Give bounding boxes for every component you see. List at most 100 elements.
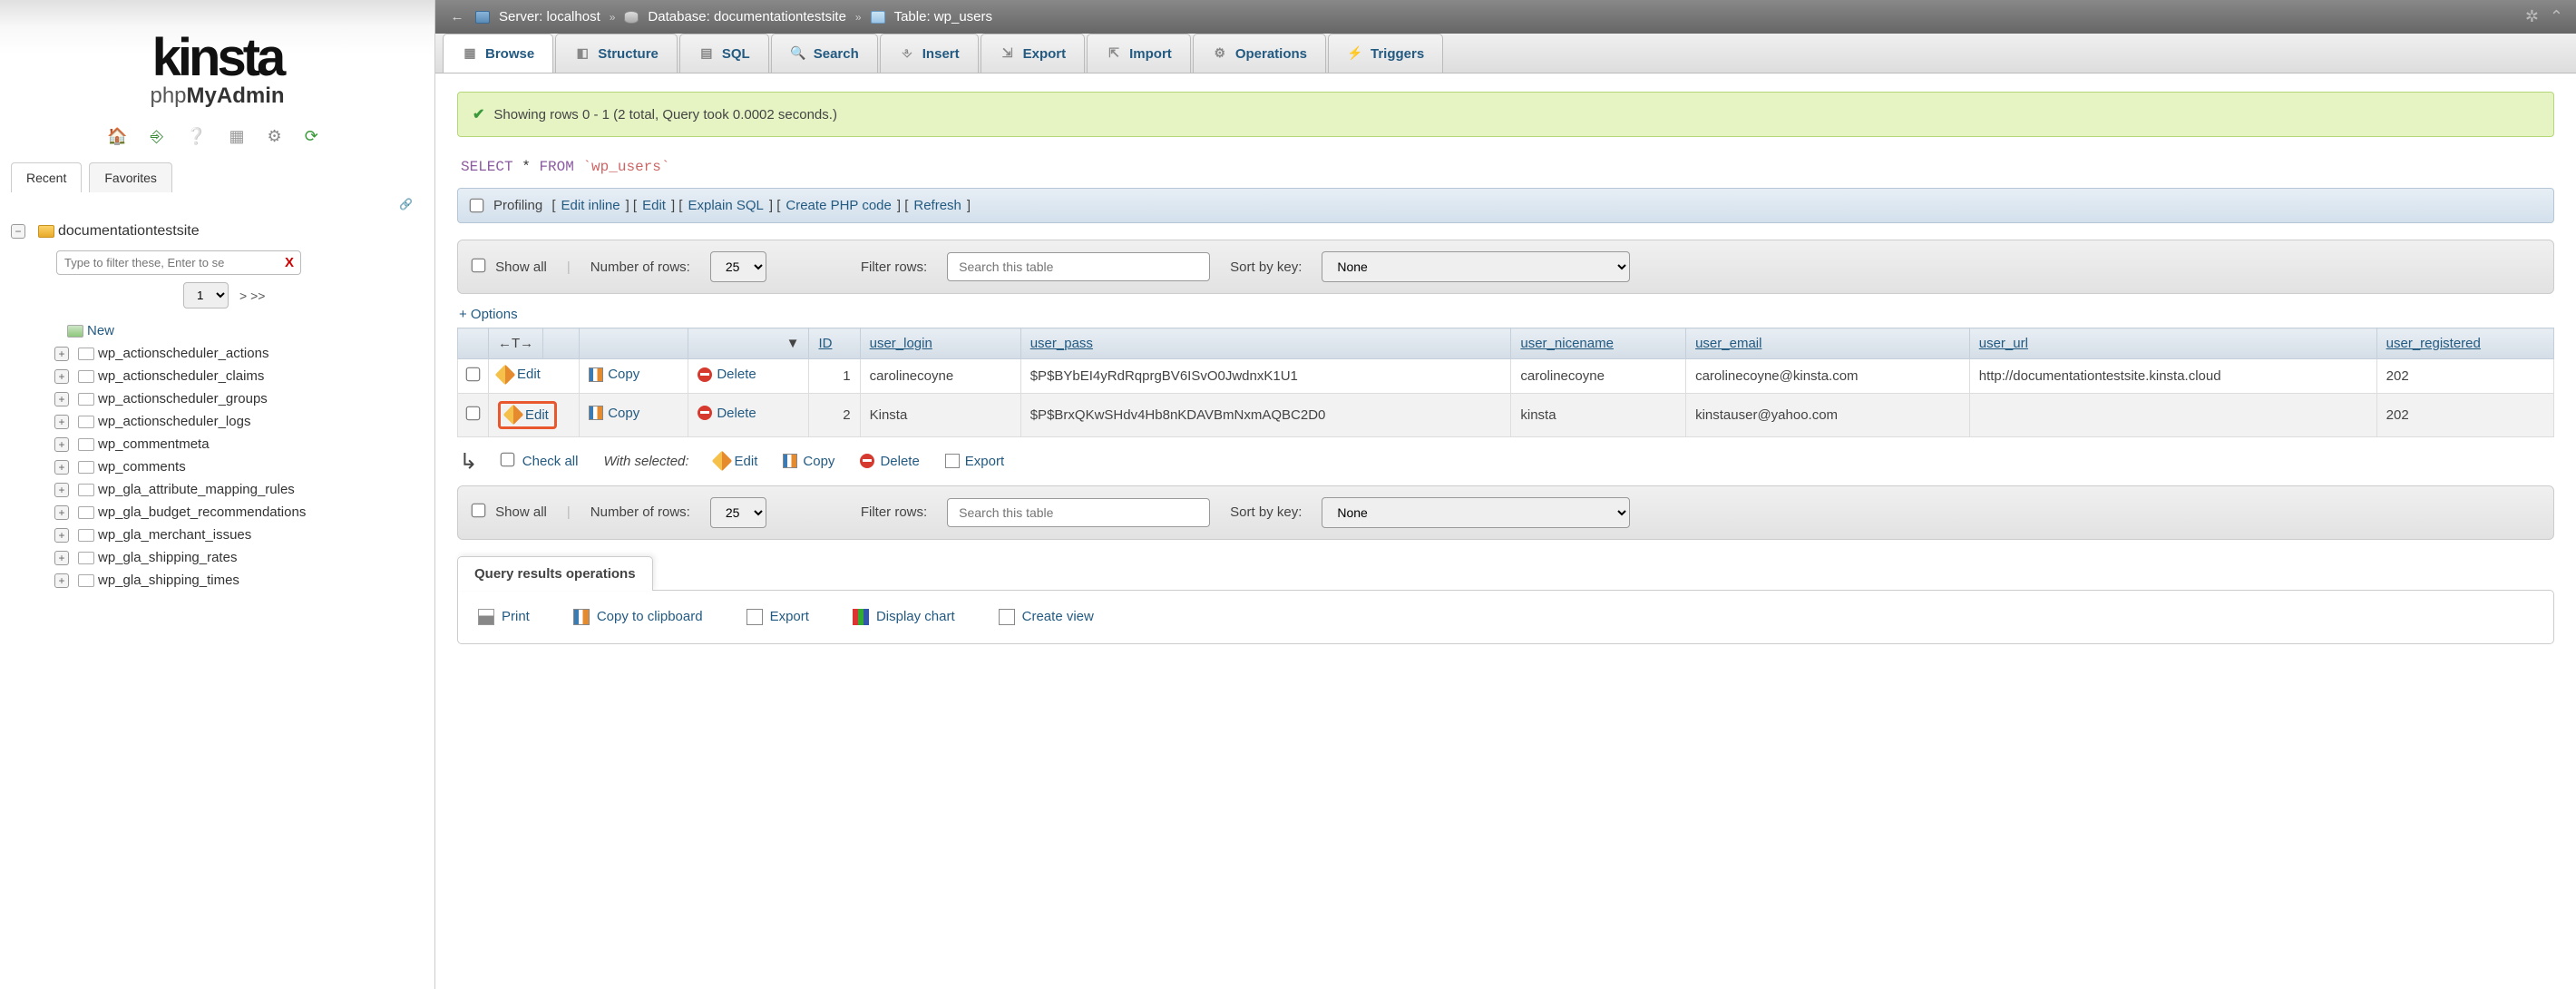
tree-table-item[interactable]: +wp_gla_shipping_rates <box>11 546 431 569</box>
home-icon[interactable]: 🏠 <box>107 127 136 146</box>
tab-structure[interactable]: ◧Structure <box>555 34 678 73</box>
tree-table-item[interactable]: +wp_actionscheduler_logs <box>11 410 431 433</box>
tree-table-item[interactable]: +wp_gla_budget_recommendations <box>11 501 431 524</box>
tab-insert[interactable]: ⎀Insert <box>880 34 979 73</box>
back-icon[interactable]: ← <box>448 10 466 24</box>
options-toggle[interactable]: + Options <box>457 307 2554 328</box>
tab-browse[interactable]: ▦Browse <box>443 34 553 73</box>
filter-input[interactable] <box>56 250 301 275</box>
tree-db-row[interactable]: − documentationtestsite <box>11 220 431 243</box>
tree-page-select[interactable]: 1 <box>183 282 229 308</box>
row-edit[interactable]: Edit <box>498 367 541 382</box>
tree-next-page[interactable]: > >> <box>239 289 265 303</box>
reload-icon[interactable]: ⟳ <box>305 127 327 146</box>
tab-operations[interactable]: ⚙Operations <box>1193 34 1326 73</box>
link-icon[interactable]: 🔗 <box>0 192 434 211</box>
expand-icon[interactable]: + <box>54 392 69 406</box>
sidebar-quick-icons: 🏠 ⎆ ❔ ▦ ⚙ ⟳ <box>0 118 434 162</box>
bc-server[interactable]: Server: localhost <box>499 9 600 24</box>
expand-icon[interactable]: + <box>54 483 69 497</box>
tree-table-label: wp_actionscheduler_groups <box>98 391 268 406</box>
num-rows-select-bottom[interactable]: 25 <box>710 497 766 528</box>
bulk-edit[interactable]: Edit <box>715 454 758 469</box>
bulk-delete[interactable]: Delete <box>860 454 919 469</box>
bulk-export[interactable]: Export <box>945 454 1004 469</box>
col-user_registered[interactable]: user_registered <box>2376 328 2553 359</box>
filter-clear-icon[interactable]: X <box>285 255 294 270</box>
num-rows-select[interactable]: 25 <box>710 251 766 282</box>
expand-icon[interactable]: + <box>54 573 69 588</box>
bc-table[interactable]: Table: wp_users <box>894 9 992 24</box>
expand-icon[interactable]: + <box>54 528 69 543</box>
expand-icon[interactable]: + <box>54 505 69 520</box>
table-icon <box>871 11 885 24</box>
col-user_url[interactable]: user_url <box>1969 328 2376 359</box>
profiling-checkbox[interactable] <box>470 199 484 213</box>
tree-table-item[interactable]: +wp_gla_attribute_mapping_rules <box>11 478 431 501</box>
settings-icon[interactable]: ⚙ <box>268 127 291 146</box>
tab-favorites[interactable]: Favorites <box>89 162 172 192</box>
tab-export[interactable]: ⇲Export <box>981 34 1086 73</box>
tree-new[interactable]: New <box>11 319 431 342</box>
expand-icon[interactable]: + <box>54 347 69 361</box>
row-copy[interactable]: Copy <box>589 406 639 421</box>
sort-key-select-bottom[interactable]: None <box>1322 497 1630 528</box>
row-edit[interactable]: Edit <box>498 401 557 429</box>
collapse-up-icon[interactable]: ⌃ <box>2550 7 2563 26</box>
col-user_email[interactable]: user_email <box>1686 328 1970 359</box>
pencil-icon <box>495 364 516 385</box>
qro-view[interactable]: Create view <box>999 609 1094 625</box>
col-sort-arrows[interactable]: ←T→ <box>489 328 543 359</box>
explain-link[interactable]: Explain SQL <box>688 198 763 213</box>
filter-rows-input[interactable] <box>947 252 1210 281</box>
check-all-checkbox[interactable] <box>500 452 514 466</box>
check-all-link[interactable]: Check all <box>522 454 579 469</box>
tree-table-item[interactable]: + wp_actionscheduler_groups <box>11 387 431 410</box>
qro-copy-clipboard[interactable]: Copy to clipboard <box>573 609 703 625</box>
refresh-link[interactable]: Refresh <box>913 198 961 213</box>
logout-icon[interactable]: ⎆ <box>151 127 172 146</box>
edit-inline-link[interactable]: Edit inline <box>561 198 620 213</box>
tree-table-item[interactable]: +wp_actionscheduler_actions <box>11 342 431 365</box>
col-user_pass[interactable]: user_pass <box>1020 328 1511 359</box>
collapse-icon[interactable]: − <box>11 224 25 239</box>
show-all-checkbox-bottom[interactable] <box>472 504 486 518</box>
qro-export[interactable]: Export <box>746 609 809 625</box>
row-checkbox[interactable] <box>466 367 481 381</box>
filter-rows-input-bottom[interactable] <box>947 498 1210 527</box>
sort-key-select[interactable]: None <box>1322 251 1630 282</box>
expand-icon[interactable]: + <box>54 437 69 452</box>
tree-table-item[interactable]: +wp_actionscheduler_claims <box>11 365 431 387</box>
tab-search[interactable]: 🔍Search <box>771 34 878 73</box>
gear-icon[interactable]: ✲ <box>2525 7 2539 26</box>
row-delete[interactable]: Delete <box>698 367 756 382</box>
show-all-checkbox[interactable] <box>472 258 486 272</box>
expand-icon[interactable]: + <box>54 415 69 429</box>
tree-table-item[interactable]: +wp_gla_shipping_times <box>11 569 431 592</box>
tree-table-item[interactable]: +wp_comments <box>11 455 431 478</box>
tree-table-item[interactable]: +wp_gla_merchant_issues <box>11 524 431 546</box>
bc-database[interactable]: Database: documentationtestsite <box>648 9 845 24</box>
tree-table-item[interactable]: +wp_commentmeta <box>11 433 431 455</box>
qro-chart[interactable]: Display chart <box>853 609 955 625</box>
sql-icon[interactable]: ▦ <box>229 127 254 146</box>
qro-print[interactable]: Print <box>478 609 530 625</box>
edit-link[interactable]: Edit <box>642 198 666 213</box>
expand-icon[interactable]: + <box>54 460 69 475</box>
create-php-link[interactable]: Create PHP code <box>785 198 891 213</box>
col-user_nicename[interactable]: user_nicename <box>1511 328 1686 359</box>
col-user_login[interactable]: user_login <box>860 328 1020 359</box>
expand-icon[interactable]: + <box>54 551 69 565</box>
row-delete[interactable]: Delete <box>698 406 756 421</box>
expand-icon[interactable]: + <box>54 369 69 384</box>
row-copy[interactable]: Copy <box>589 367 639 382</box>
row-checkbox[interactable] <box>466 406 481 420</box>
row-edit-cell: Edit <box>489 359 580 394</box>
docs-icon[interactable]: ❔ <box>186 127 215 146</box>
tab-sql[interactable]: ▤SQL <box>679 34 769 73</box>
col-ID[interactable]: ID <box>809 328 860 359</box>
tab-import[interactable]: ⇱Import <box>1087 34 1191 73</box>
bulk-copy[interactable]: Copy <box>783 454 834 469</box>
tab-recent[interactable]: Recent <box>11 162 82 192</box>
tab-triggers[interactable]: ⚡Triggers <box>1328 34 1443 73</box>
